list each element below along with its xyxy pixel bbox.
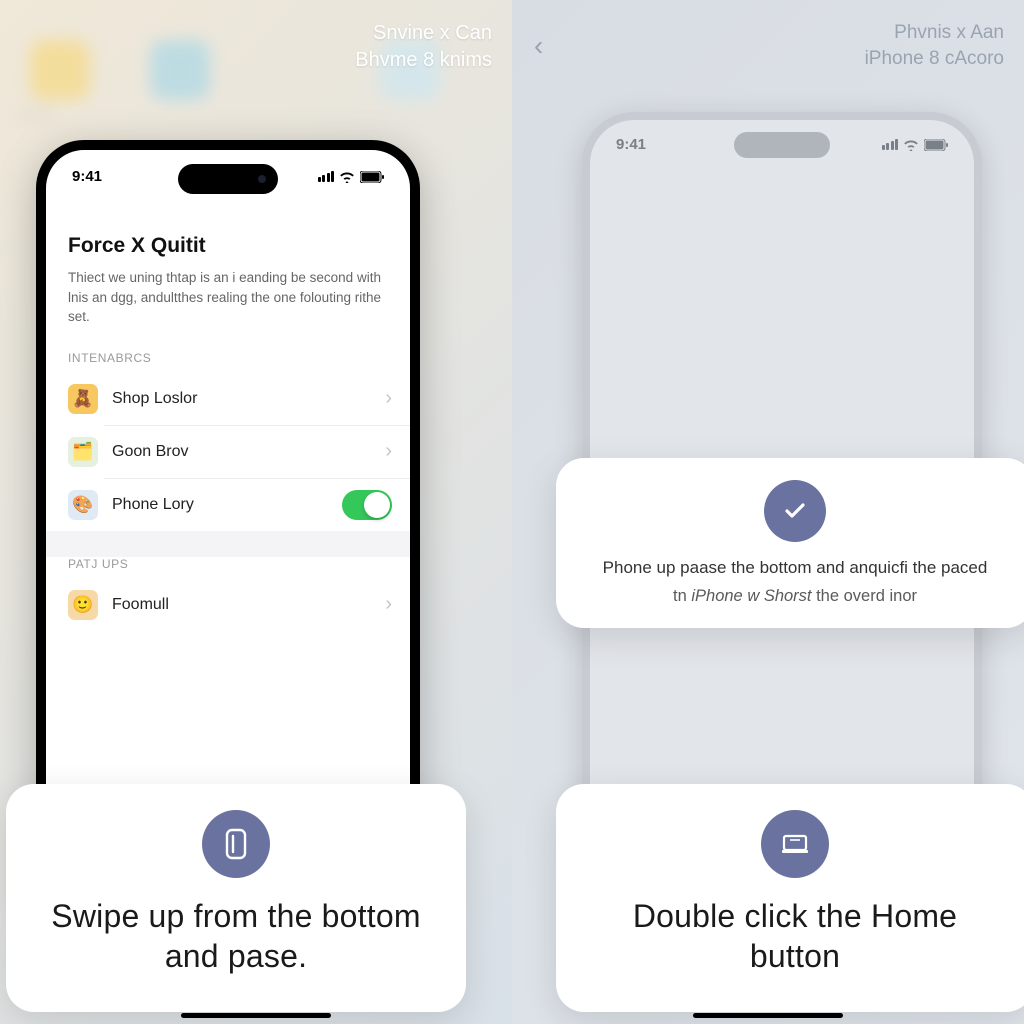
tip-title: Phone up paase the bottom and anquicfi t… [586, 556, 1004, 581]
battery-icon [360, 171, 384, 183]
page-description: Thiect we uning thtap is an i eanding be… [46, 268, 410, 351]
checkmark-icon [764, 480, 826, 542]
app-icon: 🗂️ [68, 437, 98, 467]
panel-iphone-8: ‹ Phvnis x Aan iPhone 8 cAcoro 9:41 Phon… [512, 0, 1024, 1024]
chevron-right-icon: › [385, 440, 392, 463]
wifi-icon [339, 171, 355, 183]
app-icon: 🎨 [68, 490, 98, 520]
status-time: 9:41 [72, 168, 102, 185]
instruction-card-swipe: Swipe up from the bottom and pase. [6, 784, 466, 1012]
list-item-label: Foomull [112, 596, 371, 614]
panel-iphone-x: RJAUIS Snvine x Can Bhvme 8 knims 9:41 F… [0, 0, 512, 1024]
home-button-icon [761, 810, 829, 878]
status-time: 9:41 [616, 136, 646, 153]
signal-icon [318, 171, 335, 182]
chevron-right-icon: › [385, 387, 392, 410]
page-title: Force X Quitit [46, 222, 410, 268]
header-line-1: Phvnis x Aan [865, 22, 1004, 44]
instruction-card-home: Double click the Home button [556, 784, 1024, 1012]
header-line-2: iPhone 8 cAcoro [865, 48, 1004, 70]
list-item-label: Shop Loslor [112, 390, 371, 408]
list-item[interactable]: 🧸 Shop Loslor › [46, 373, 410, 425]
app-icon: 🧸 [68, 384, 98, 414]
home-indicator [693, 1013, 843, 1018]
wifi-icon [903, 139, 919, 151]
swipe-icon [202, 810, 270, 878]
toggle-switch[interactable] [342, 490, 392, 520]
chevron-right-icon: › [385, 593, 392, 616]
list-item[interactable]: 🙂 Foomull › [46, 579, 410, 631]
panel-header-left: Snvine x Can Bhvme 8 knims [355, 22, 492, 72]
bg-icon-label: RJAUIS [20, 110, 52, 120]
panel-header-right: Phvnis x Aan iPhone 8 cAcoro [865, 22, 1004, 70]
signal-icon [882, 139, 899, 150]
instruction-text: Double click the Home button [588, 896, 1002, 976]
list-item[interactable]: 🎨 Phone Lory [104, 478, 410, 531]
settings-list-2: 🙂 Foomull › [46, 579, 410, 631]
list-item-label: Goon Brov [112, 443, 371, 461]
tip-card: Phone up paase the bottom and anquicfi t… [556, 458, 1024, 628]
tip-subtitle: tn iPhone w Shorst the overd inor [586, 587, 1004, 606]
app-icon: 🙂 [68, 590, 98, 620]
back-button[interactable]: ‹ [534, 30, 543, 62]
settings-list-1: 🧸 Shop Loslor › 🗂️ Goon Brov › 🎨 Phone L… [46, 373, 410, 531]
battery-icon [924, 139, 948, 151]
header-line-2: Bhvme 8 knims [355, 49, 492, 72]
section-header-2: PATJ UPS [46, 557, 410, 579]
home-indicator [181, 1013, 331, 1018]
list-item-label: Phone Lory [112, 496, 328, 514]
status-bar: 9:41 [590, 136, 974, 153]
status-bar: 9:41 [46, 168, 410, 185]
status-icons [882, 136, 949, 153]
list-item[interactable]: 🗂️ Goon Brov › [104, 425, 410, 478]
instruction-text: Swipe up from the bottom and pase. [38, 896, 434, 976]
header-line-1: Snvine x Can [355, 22, 492, 45]
status-icons [318, 168, 385, 185]
section-header-1: INTENABRCS [46, 351, 410, 373]
